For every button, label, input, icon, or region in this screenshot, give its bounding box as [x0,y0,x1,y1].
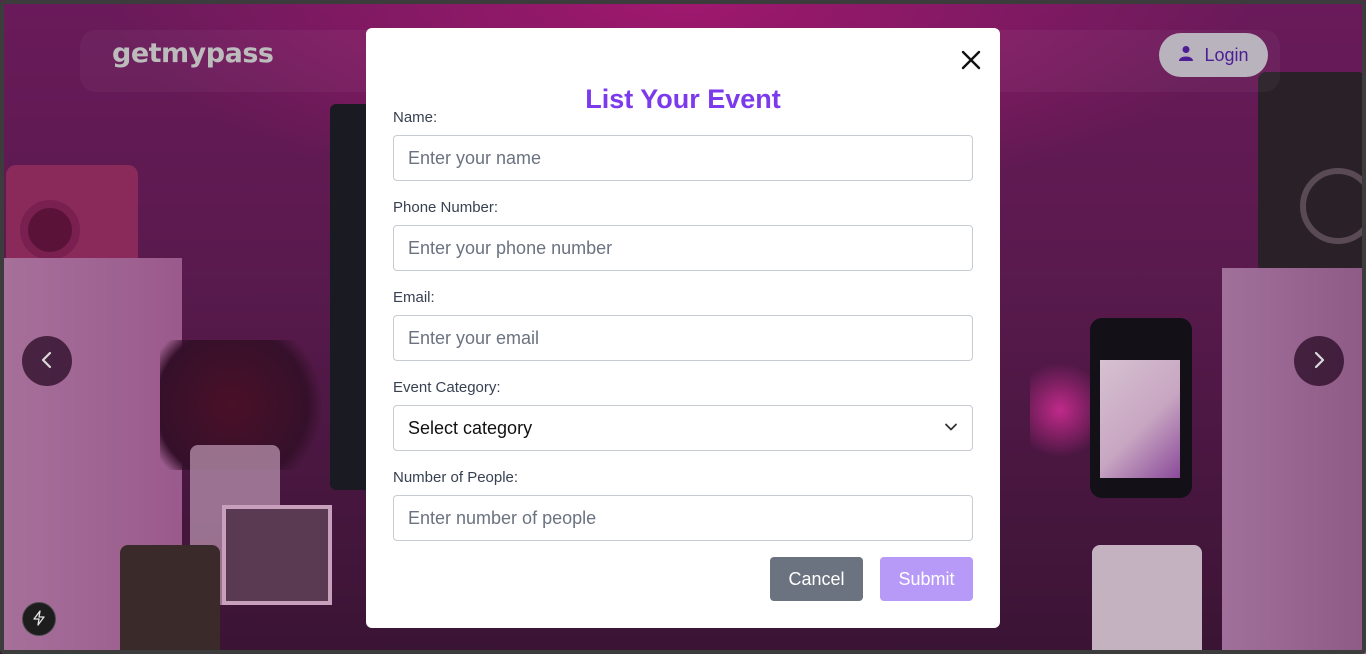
candle-decor [120,545,220,654]
carousel-prev-button[interactable] [22,336,72,386]
bolt-button[interactable] [22,602,56,636]
category-label: Event Category: [393,379,501,396]
site-logo[interactable]: getmypass [112,38,274,69]
phone-label: Phone Number: [393,199,499,216]
email-field-group: Email: [393,289,973,361]
mug-decor [1092,545,1202,654]
phone-screen-decor [1100,360,1180,478]
photo-frame-decor [222,505,332,605]
lamp-glow-decor [1030,350,1090,470]
name-input[interactable] [393,135,973,181]
phone-input[interactable] [393,225,973,271]
list-event-modal: List Your Event Name: Phone Number: Emai… [366,28,1000,628]
people-label: Number of People: [393,469,519,486]
chevron-left-icon [37,350,57,373]
people-input[interactable] [393,495,973,541]
login-button[interactable]: Login [1159,33,1268,77]
chevron-down-icon [944,418,958,439]
camera-lens-decor [20,200,80,260]
email-input[interactable] [393,315,973,361]
cancel-button[interactable]: Cancel [770,557,863,601]
phone-field-group: Phone Number: [393,199,973,271]
user-icon [1178,45,1194,66]
close-icon [961,50,981,73]
people-field-group: Number of People: [393,469,973,541]
close-button[interactable] [958,48,984,74]
speaker-cone-decor [1300,168,1366,244]
login-label: Login [1204,44,1249,65]
email-label: Email: [393,289,435,306]
bolt-icon [31,609,47,629]
chevron-right-icon [1309,350,1329,373]
category-selected-value: Select category [408,417,533,438]
name-label: Name: [393,109,438,126]
category-field-group: Event Category: Select category [393,379,973,451]
name-field-group: Name: [393,109,973,181]
submit-button[interactable]: Submit [880,557,973,601]
carousel-next-button[interactable] [1294,336,1344,386]
category-select[interactable]: Select category [393,405,973,451]
right-shelf-decor [1222,268,1366,654]
